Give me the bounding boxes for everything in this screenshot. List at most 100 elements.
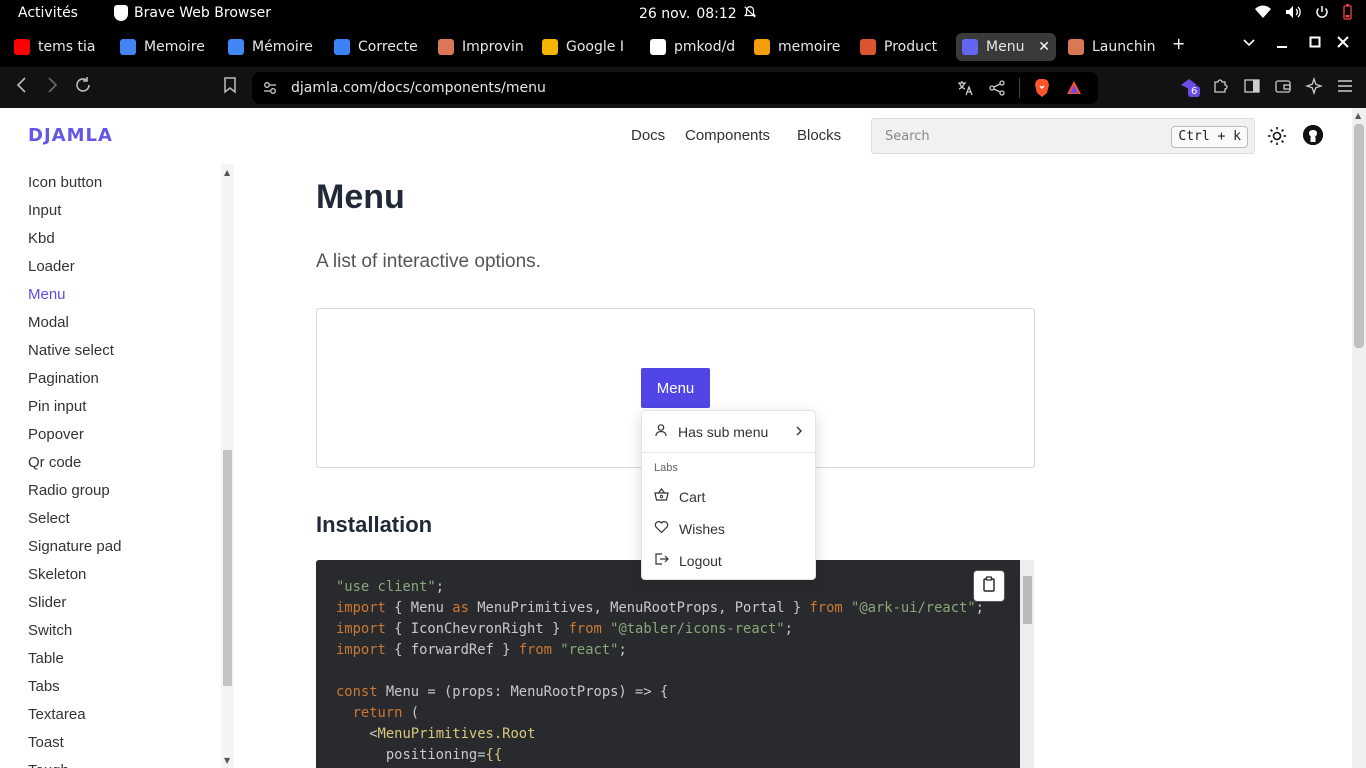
forward-icon[interactable] [44, 76, 60, 99]
close-tab-icon[interactable]: ✕ [1038, 39, 1050, 55]
share-icon[interactable] [987, 78, 1007, 98]
logout-icon [654, 552, 669, 569]
nav-components-link[interactable]: Components [685, 127, 770, 144]
sidebar-item-textarea[interactable]: Textarea [28, 706, 86, 723]
app-menu[interactable]: Brave Web Browser [114, 5, 271, 21]
page-scrollbar[interactable]: ▲ [1352, 108, 1366, 768]
menu-separator [642, 452, 815, 453]
sidebar-item-skeleton[interactable]: Skeleton [28, 566, 86, 583]
leo-ai-icon[interactable] [1305, 77, 1323, 99]
hamburger-menu-icon[interactable] [1336, 77, 1354, 99]
browser-tab[interactable]: Memoire [114, 33, 220, 61]
sidebar-item-qr-code[interactable]: Qr code [28, 454, 81, 471]
sidebar-item-select[interactable]: Select [28, 510, 70, 527]
minimize-icon[interactable] [1276, 34, 1288, 53]
activities-button[interactable]: Activités [18, 5, 78, 21]
extensions-puzzle-icon[interactable] [1212, 77, 1230, 99]
sidebar-item-switch[interactable]: Switch [28, 622, 72, 639]
tab-favicon-icon [754, 39, 770, 55]
menu-trigger-button[interactable]: Menu [641, 368, 710, 408]
sidebar-toggle-icon[interactable] [1243, 77, 1261, 99]
nav-blocks-link[interactable]: Blocks [797, 127, 841, 144]
browser-tab[interactable]: Improvin [432, 33, 532, 61]
basket-icon [654, 488, 669, 505]
sidebar-item-pagination[interactable]: Pagination [28, 370, 99, 387]
theme-toggle-sun-icon[interactable] [1267, 126, 1287, 150]
web-page: DJAMLA Docs Components Blocks Search Ctr… [0, 108, 1352, 768]
code-scrollbar[interactable] [1020, 560, 1034, 768]
menu-item-logout[interactable]: Logout [654, 552, 804, 569]
browser-tab[interactable]: Menu ✕ [956, 33, 1056, 61]
bookmark-icon[interactable] [222, 76, 238, 99]
menu-dropdown: Has sub menu Labs Cart Wishes Logout [641, 410, 816, 580]
tab-strip: + tems tia Memoire Mémoire Correcte Improvin… [0, 27, 1366, 67]
brave-rewards-icon[interactable] [1064, 78, 1084, 98]
wallet-icon[interactable] [1274, 77, 1292, 99]
user-icon [654, 423, 668, 440]
browser-tab[interactable]: memoire [748, 33, 848, 61]
url-text: djamla.com/docs/components/menu [291, 80, 546, 96]
sidebar-item-tabs[interactable]: Tabs [28, 678, 60, 695]
browser-tab[interactable]: Mémoire [222, 33, 328, 61]
code-block[interactable]: "use client"; import { Menu as MenuPrimi… [316, 560, 1020, 768]
sidebar-item-loader[interactable]: Loader [28, 258, 75, 275]
search-input[interactable]: Search Ctrl + k [871, 118, 1255, 154]
new-tab-icon[interactable]: + [1172, 34, 1185, 53]
browser-tab[interactable]: pmkod/d [644, 33, 746, 61]
browser-tab[interactable]: Launchin [1062, 33, 1162, 61]
sidebar-item-table[interactable]: Table [28, 650, 64, 667]
code-scroll-thumb[interactable] [1023, 576, 1032, 624]
sidebar-item-radio-group[interactable]: Radio group [28, 482, 110, 499]
sidebar-scroll-thumb[interactable] [223, 450, 232, 686]
reload-icon[interactable] [74, 76, 92, 99]
back-icon[interactable] [14, 76, 30, 99]
brave-shields-icon[interactable] [1032, 78, 1052, 98]
menu-item-label: Cart [679, 488, 706, 505]
system-tray[interactable] [1255, 4, 1352, 24]
sidebar-item-pin-input[interactable]: Pin input [28, 398, 86, 415]
sidebar-item-modal[interactable]: Modal [28, 314, 69, 331]
maximize-icon[interactable] [1309, 34, 1321, 53]
clock[interactable]: 26 nov. 08:12 [639, 5, 757, 23]
browser-tab[interactable]: Google I [536, 33, 636, 61]
docs-sidebar: Tough Toast Textarea Tabs Table Switch Slider S… [0, 164, 234, 768]
browser-tab[interactable]: Product [854, 33, 954, 61]
page-scroll-thumb[interactable] [1354, 124, 1364, 348]
menu-item-cart[interactable]: Cart [654, 488, 804, 505]
site-logo[interactable]: DJAMLA [28, 125, 113, 146]
sidebar-item-native-select[interactable]: Native select [28, 342, 114, 359]
sidebar-item-signature-pad[interactable]: Signature pad [28, 538, 121, 555]
tab-list-chevron-icon[interactable] [1242, 34, 1256, 53]
browser-tab[interactable]: tems tia [8, 33, 108, 61]
copy-code-button[interactable] [973, 570, 1005, 602]
tab-title: Correcte [358, 39, 418, 55]
site-settings-icon[interactable] [262, 80, 278, 100]
github-icon[interactable] [1303, 125, 1323, 145]
nav-docs-link[interactable]: Docs [631, 127, 665, 144]
tab-favicon-icon [860, 39, 876, 55]
sidebar-item-menu[interactable]: Menu [28, 286, 66, 303]
scroll-up-arrow-icon[interactable]: ▲ [224, 168, 230, 177]
scroll-up-arrow-icon[interactable]: ▲ [1355, 111, 1361, 120]
sidebar-scrollbar[interactable]: ▲ ▼ [221, 164, 234, 768]
close-window-icon[interactable] [1337, 34, 1349, 53]
sidebar-item-toast[interactable]: Toast [28, 734, 64, 751]
tab-favicon-icon [120, 39, 136, 55]
tab-title: Google I [566, 39, 624, 55]
sidebar-item-popover[interactable]: Popover [28, 426, 84, 443]
menu-item-submenu[interactable]: Has sub menu [654, 423, 804, 440]
sidebar-item-kbd[interactable]: Kbd [28, 230, 55, 247]
extension-badge-icon[interactable]: 6 [1179, 77, 1201, 99]
address-bar[interactable]: djamla.com/docs/components/menu [252, 72, 1098, 104]
browser-tab[interactable]: Correcte [328, 33, 430, 61]
sidebar-item-icon-button[interactable]: Icon button [28, 174, 102, 191]
menu-item-wishes[interactable]: Wishes [654, 520, 804, 537]
sidebar-item-tough[interactable]: Tough [28, 762, 69, 768]
tab-title: memoire [778, 39, 841, 55]
scroll-down-arrow-icon[interactable]: ▼ [224, 756, 230, 765]
translate-icon[interactable] [955, 78, 975, 98]
tab-title: pmkod/d [674, 39, 736, 55]
sidebar-item-slider[interactable]: Slider [28, 594, 66, 611]
browser-toolbar: djamla.com/docs/components/menu 6 [0, 67, 1366, 108]
sidebar-item-input[interactable]: Input [28, 202, 61, 219]
